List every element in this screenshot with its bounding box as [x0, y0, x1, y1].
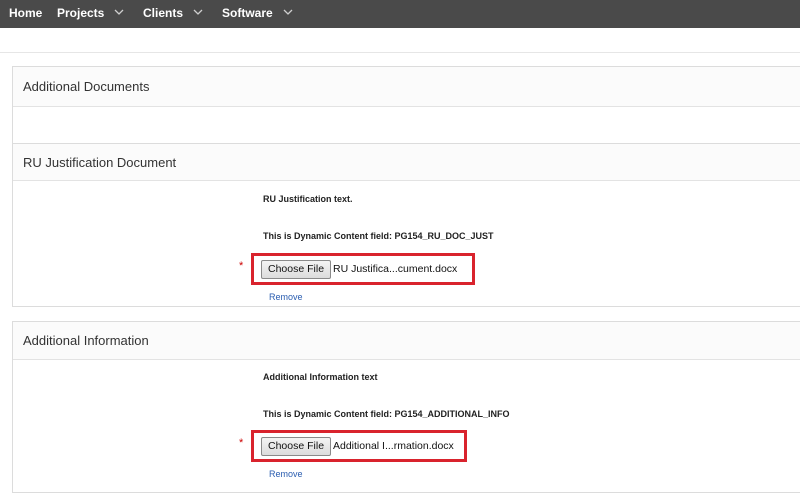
- selected-file-name: RU Justifica...cument.docx: [333, 263, 458, 275]
- chevron-down-icon: [283, 9, 293, 15]
- nav-software[interactable]: Software: [222, 0, 293, 28]
- file-upload-highlight: Choose File Additional I...rmation.docx: [251, 430, 467, 462]
- nav-projects[interactable]: Projects: [57, 0, 124, 28]
- top-navigation-bar: Home Projects Clients Software: [0, 0, 800, 28]
- panel-header: Additional Information: [13, 322, 800, 360]
- nav-projects-label: Projects: [57, 6, 105, 20]
- panel-title-additional-documents: Additional Documents: [23, 79, 150, 94]
- panel-title-additional-information: Additional Information: [23, 333, 149, 348]
- nav-home-label: Home: [9, 6, 43, 20]
- dynamic-content-label: This is Dynamic Content field: PG154_ADD…: [263, 409, 510, 419]
- remove-link[interactable]: Remove: [269, 292, 303, 302]
- nav-software-label: Software: [222, 6, 273, 20]
- chevron-down-icon: [114, 9, 124, 15]
- panel-title-ru-justification: RU Justification Document: [23, 155, 177, 170]
- remove-link[interactable]: Remove: [269, 469, 303, 479]
- panel-header: RU Justification Document: [13, 144, 800, 181]
- file-upload-highlight: Choose File RU Justifica...cument.docx: [251, 253, 475, 285]
- nav-clients-label: Clients: [143, 6, 184, 20]
- dynamic-content-label: This is Dynamic Content field: PG154_RU_…: [263, 231, 494, 241]
- panel-header: Additional Documents: [13, 67, 800, 107]
- chevron-down-icon: [193, 9, 203, 15]
- choose-file-button[interactable]: Choose File: [261, 437, 332, 456]
- required-marker: *: [239, 437, 244, 449]
- nav-clients[interactable]: Clients: [143, 0, 203, 28]
- panel-additional-information: Additional Information Additional Inform…: [12, 321, 800, 493]
- field-description: RU Justification text.: [263, 194, 353, 204]
- choose-file-button[interactable]: Choose File: [261, 260, 332, 279]
- panel-ru-justification: RU Justification Document RU Justificati…: [12, 143, 800, 307]
- panel-additional-documents: Additional Documents: [12, 66, 800, 144]
- selected-file-name: Additional I...rmation.docx: [333, 440, 454, 452]
- nav-home[interactable]: Home: [9, 0, 42, 28]
- divider: [0, 52, 800, 53]
- required-marker: *: [239, 260, 244, 272]
- field-description: Additional Information text: [263, 372, 378, 382]
